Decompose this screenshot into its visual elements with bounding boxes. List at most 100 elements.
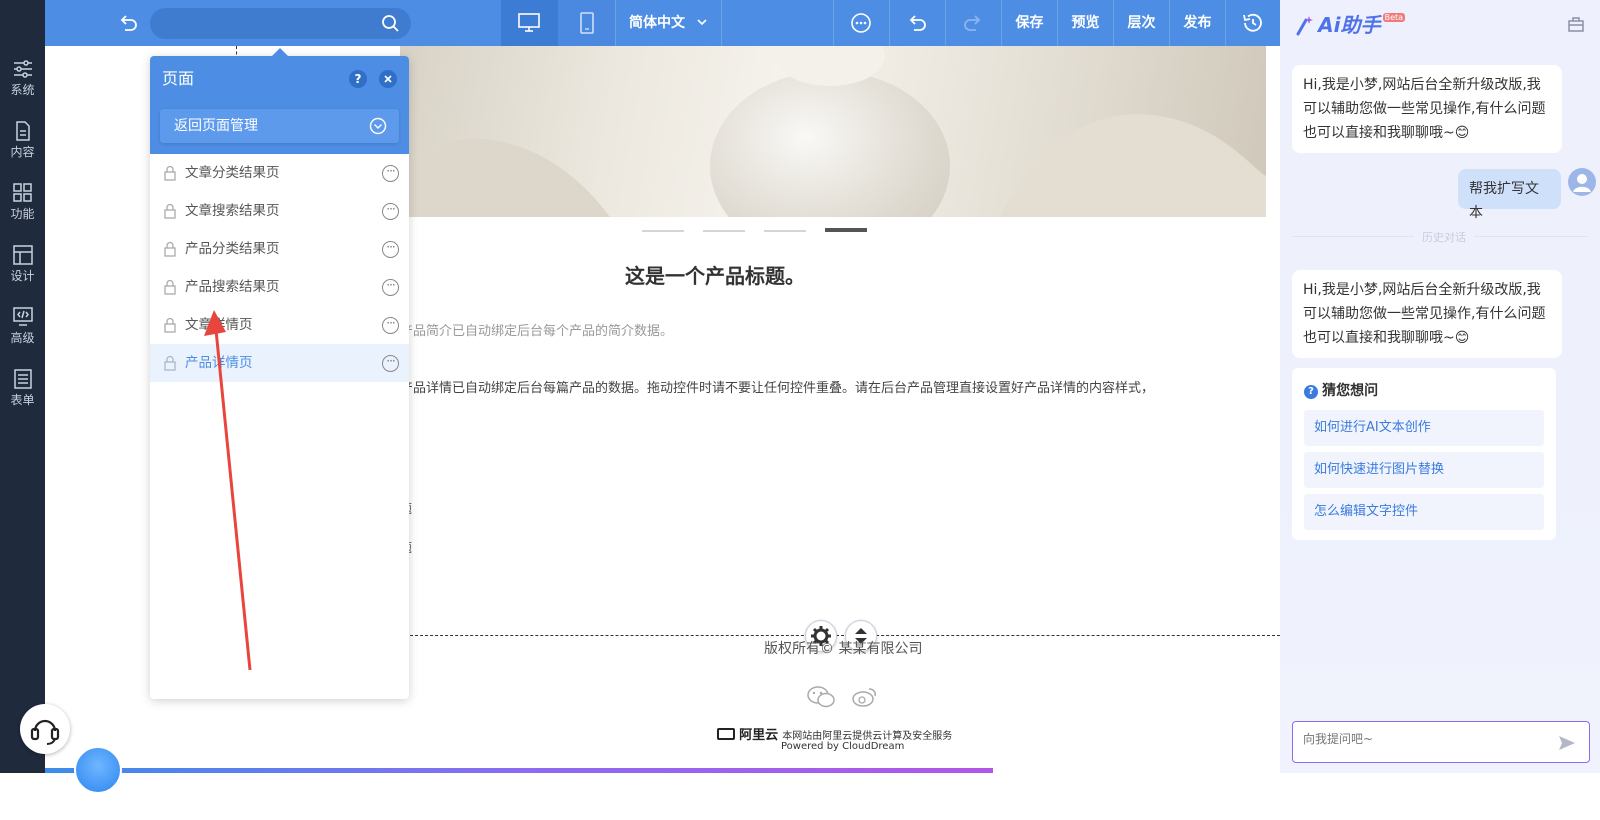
back-to-page-management-button[interactable]: 返回页面管理 [160, 109, 399, 143]
desktop-view-button[interactable] [501, 0, 558, 46]
history-icon[interactable] [1241, 11, 1265, 35]
history-label: 历史对话 [1414, 229, 1474, 245]
sidebar-item-functions[interactable]: 功能 [0, 175, 45, 233]
preview-button[interactable]: 预览 [1058, 0, 1113, 46]
page-list-item[interactable]: 产品分类结果页 ··· [150, 230, 409, 268]
ai-input-box[interactable] [1292, 721, 1590, 763]
document-icon [15, 121, 30, 141]
chevron-down-circle-icon [369, 117, 387, 135]
undo-back-icon[interactable] [117, 12, 139, 34]
sidebar-item-advanced[interactable]: 高级 [0, 299, 45, 357]
guess-header: ? 猜您想问 [1304, 380, 1378, 400]
search-icon[interactable] [381, 14, 401, 34]
user-icon [1573, 174, 1591, 192]
beta-badge: Beta [1382, 13, 1406, 22]
left-sidebar: 系统 内容 功能 设计 高级 表单 [0, 0, 70, 773]
toolbar-separator [615, 0, 616, 46]
user-message: 帮我扩写文本 [1458, 169, 1561, 221]
wechat-icon[interactable] [807, 684, 837, 710]
page-more-button[interactable]: ··· [382, 241, 399, 258]
page-more-button[interactable]: ··· [382, 279, 399, 296]
toolbar-separator [945, 0, 946, 46]
ai-logo: Ai助手 Beta [1294, 9, 1407, 38]
grid-icon [12, 183, 32, 202]
ai-assistant-panel: Ai助手 Beta Hi,我是小梦,网站后台全新升级改版,我可以辅助您做一些常见… [1280, 0, 1600, 773]
sliders-icon [13, 60, 32, 78]
panel-pointer [272, 48, 288, 56]
slider-indicator-4[interactable] [825, 228, 867, 232]
sidebar-item-label: 高级 [10, 331, 35, 345]
weibo-icon[interactable] [850, 684, 880, 710]
sidebar-item-system[interactable]: 系统 [0, 51, 45, 109]
page-more-button[interactable]: ··· [382, 317, 399, 334]
layout-icon [12, 245, 33, 265]
headset-icon [30, 719, 60, 745]
suggestion-item[interactable]: 如何进行AI文本创作 [1304, 410, 1544, 446]
assistant-message-2: Hi,我是小梦,网站后台全新升级改版,我可以辅助您做一些常见操作,有什么问题也可… [1292, 270, 1562, 358]
page-panel-header: 页面 ? [150, 56, 409, 102]
suggestion-item[interactable]: 怎么编辑文字控件 [1304, 494, 1544, 530]
page-more-button[interactable]: ··· [382, 355, 399, 372]
mobile-icon [580, 12, 594, 34]
chevron-down-icon [697, 19, 707, 26]
sidebar-item-design[interactable]: 设计 [0, 237, 45, 295]
close-icon [384, 75, 392, 83]
customer-service-button[interactable] [20, 704, 70, 754]
lock-icon [164, 165, 176, 181]
question-icon: ? [1304, 385, 1318, 399]
guess-card: ? 猜您想问 如何进行AI文本创作 如何快速进行图片替换 怎么编辑文字控件 [1292, 368, 1556, 540]
top-toolbar: 简体中文 保存 预览 层次 发布 [0, 0, 1280, 46]
back-label: 返回页面管理 [174, 118, 258, 134]
toolbar-separator [721, 0, 722, 46]
sidebar-item-forms[interactable]: 表单 [0, 361, 45, 419]
mobile-view-button[interactable] [558, 0, 615, 46]
toolbox-icon[interactable] [1566, 14, 1586, 34]
sidebar-item-content[interactable]: 内容 [0, 113, 45, 171]
slider-indicator-1[interactable] [642, 230, 684, 232]
search-box[interactable] [150, 8, 411, 39]
form-icon [13, 369, 32, 389]
undo-icon[interactable] [906, 12, 928, 34]
aliyun-logo-text: 阿里云 [739, 728, 779, 743]
page-list-item[interactable]: 文章分类结果页 ··· [150, 154, 409, 192]
guess-title: 猜您想问 [1322, 383, 1379, 399]
save-button[interactable]: 保存 [1002, 0, 1057, 46]
sidebar-item-label: 功能 [10, 207, 35, 221]
language-label: 简体中文 [629, 15, 685, 31]
slider-indicator-3[interactable] [764, 230, 806, 232]
more-icon[interactable] [850, 12, 872, 34]
page-more-button[interactable]: ··· [382, 165, 399, 182]
scroll-badge[interactable] [74, 746, 122, 794]
suggestion-item[interactable]: 如何快速进行图片替换 [1304, 452, 1544, 488]
slider-indicator-2[interactable] [703, 230, 745, 232]
product-image[interactable] [400, 46, 1266, 217]
product-title[interactable]: 这是一个产品标题。 [625, 260, 925, 289]
help-button[interactable]: ? [349, 70, 367, 88]
footer-copyright[interactable]: 版权所有© 某某有限公司 [764, 638, 922, 658]
sidebar-item-label: 内容 [10, 145, 35, 159]
ai-title: Ai助手 [1318, 13, 1381, 37]
lock-icon [164, 355, 176, 371]
publish-button[interactable]: 发布 [1170, 0, 1225, 46]
close-button[interactable] [379, 70, 397, 88]
lock-icon [164, 241, 176, 257]
language-select[interactable]: 简体中文 [620, 0, 720, 46]
page-name: 产品搜索结果页 [185, 279, 280, 295]
lock-icon [164, 317, 176, 333]
sidebar-item-label: 设计 [10, 269, 35, 283]
sparkle-icon [1296, 16, 1313, 36]
redo-icon[interactable] [962, 12, 984, 34]
page-more-button[interactable]: ··· [382, 203, 399, 220]
footer-divider [400, 635, 1280, 636]
page-list-item[interactable]: 文章搜索结果页 ··· [150, 192, 409, 230]
page-name: 产品分类结果页 [185, 241, 280, 257]
vase-picture [400, 46, 1266, 217]
send-icon[interactable] [1557, 733, 1577, 753]
user-avatar [1568, 168, 1596, 196]
toolbar-separator [1225, 0, 1226, 46]
product-intro[interactable]: 产品简介已自动绑定后台每个产品的简介数据。 [400, 320, 673, 339]
layers-button[interactable]: 层次 [1114, 0, 1169, 46]
bottom-progress-bar [45, 768, 993, 773]
product-detail[interactable]: 产品详情已自动绑定后台每篇产品的数据。拖动控件时请不要让任何控件重叠。请在后台产… [400, 377, 1154, 396]
ai-question-input[interactable] [1303, 732, 1543, 746]
